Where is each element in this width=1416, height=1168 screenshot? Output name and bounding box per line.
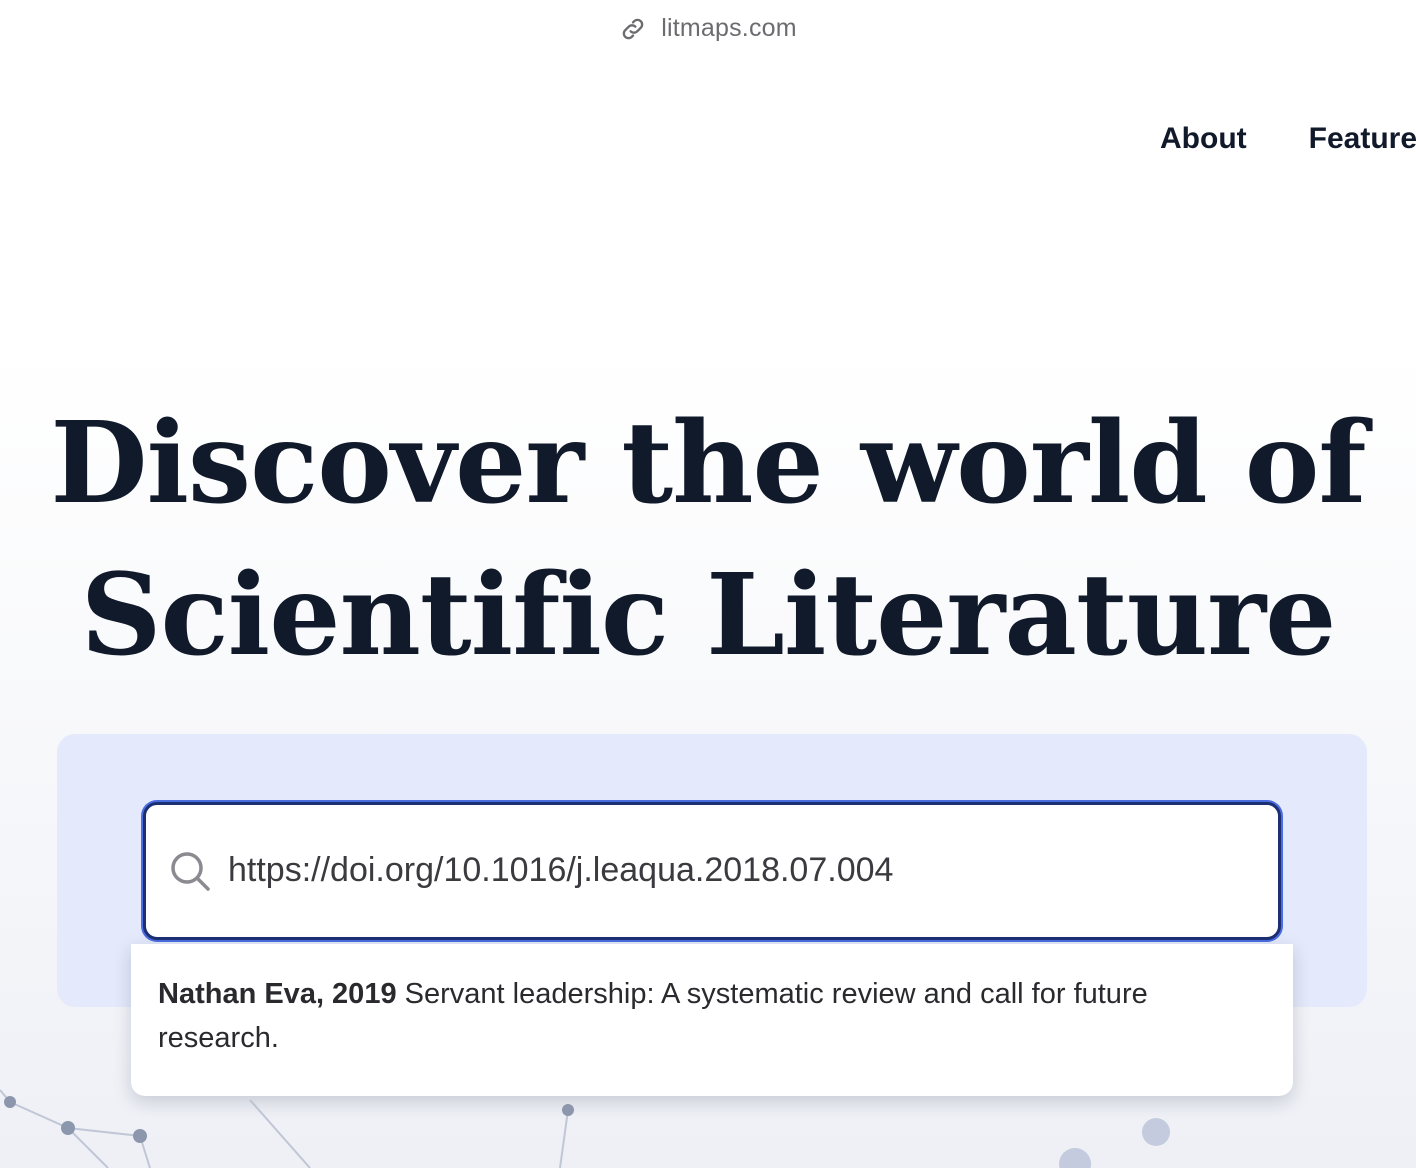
hero-title-line-1: Discover the world of [50, 398, 1366, 529]
url-text: litmaps.com [661, 14, 797, 42]
hero-title-line-2: Scientific Literature [80, 550, 1337, 681]
nav-item-features[interactable]: Features [1309, 122, 1416, 156]
search-icon [171, 852, 210, 891]
search-input[interactable] [228, 845, 1248, 895]
link-icon [622, 18, 644, 39]
browser-url-bar: litmaps.com [0, 0, 1416, 68]
search-result-item[interactable]: Nathan Eva, 2019 Servant leadership: A s… [158, 972, 1248, 1060]
nav-item-about[interactable]: About [1160, 122, 1247, 156]
top-nav: About Features [1140, 110, 1416, 170]
result-author-year: Nathan Eva, 2019 [158, 978, 397, 1010]
hero-title: Discover the world of Scientific Literat… [0, 388, 1416, 692]
search-box[interactable] [143, 802, 1281, 940]
url-display[interactable]: litmaps.com [0, 14, 1416, 43]
network-graph-decoration [0, 1089, 1170, 1168]
